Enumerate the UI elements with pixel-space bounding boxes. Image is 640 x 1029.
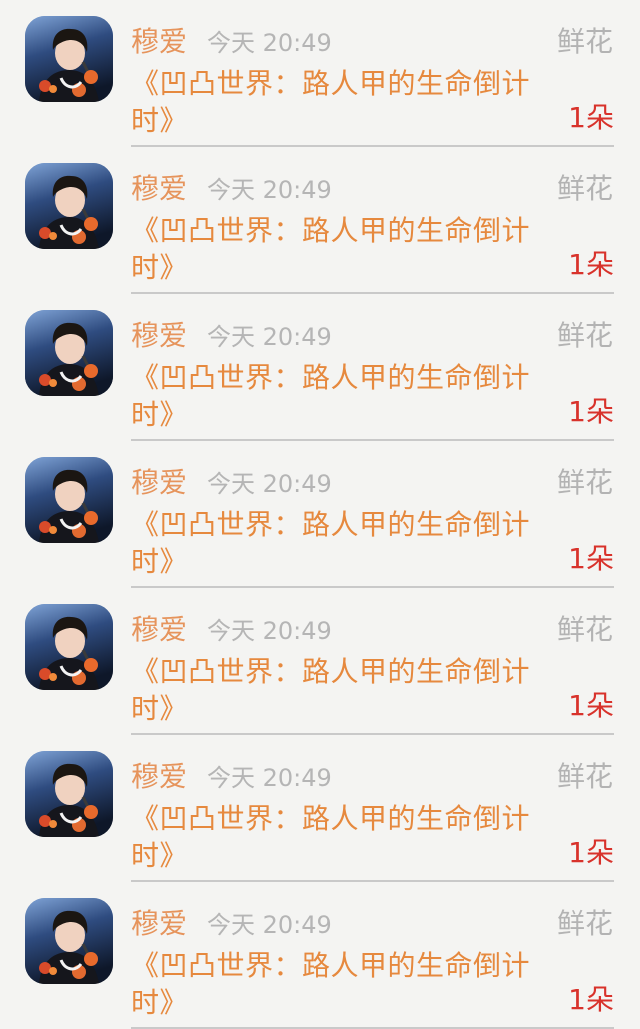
gift-type-label: 鲜花 (556, 319, 613, 352)
book-title-link[interactable]: 《凹凸世界：路人甲的生命倒计时》 (131, 506, 561, 580)
avatar-image (25, 457, 113, 543)
user-avatar[interactable] (25, 751, 113, 837)
gift-type-label: 鲜花 (556, 466, 613, 499)
username[interactable]: 穆爱 (131, 759, 187, 795)
gift-type-label: 鲜花 (556, 25, 613, 58)
avatar-image (25, 604, 113, 690)
book-title-link[interactable]: 《凹凸世界：路人甲的生命倒计时》 (131, 947, 561, 1021)
avatar-image (25, 16, 113, 102)
list-item[interactable]: 穆爱 今天 20:49 鲜花 《凹凸世界：路人甲的生命倒计时》 1朵 (0, 882, 640, 1029)
username[interactable]: 穆爱 (131, 318, 187, 354)
gift-amount: 1朵 (568, 689, 614, 722)
book-title-link[interactable]: 《凹凸世界：路人甲的生命倒计时》 (131, 653, 561, 727)
gift-amount: 1朵 (568, 836, 614, 869)
username[interactable]: 穆爱 (131, 465, 187, 501)
timestamp: 今天 20:49 (207, 176, 332, 204)
book-title-link[interactable]: 《凹凸世界：路人甲的生命倒计时》 (131, 359, 561, 433)
user-avatar[interactable] (25, 604, 113, 690)
timestamp: 今天 20:49 (207, 470, 332, 498)
timestamp: 今天 20:49 (207, 29, 332, 57)
timestamp: 今天 20:49 (207, 617, 332, 645)
gift-amount: 1朵 (568, 248, 614, 281)
gift-amount: 1朵 (568, 542, 614, 575)
user-avatar[interactable] (25, 163, 113, 249)
list-item[interactable]: 穆爱 今天 20:49 鲜花 《凹凸世界：路人甲的生命倒计时》 1朵 (0, 735, 640, 882)
book-title-link[interactable]: 《凹凸世界：路人甲的生命倒计时》 (131, 800, 561, 874)
user-avatar[interactable] (25, 16, 113, 102)
username[interactable]: 穆爱 (131, 612, 187, 648)
list-item[interactable]: 穆爱 今天 20:49 鲜花 《凹凸世界：路人甲的生命倒计时》 1朵 (0, 294, 640, 441)
avatar-image (25, 751, 113, 837)
gift-amount: 1朵 (568, 983, 614, 1016)
list-item[interactable]: 穆爱 今天 20:49 鲜花 《凹凸世界：路人甲的生命倒计时》 1朵 (0, 441, 640, 588)
username[interactable]: 穆爱 (131, 171, 187, 207)
list-item[interactable]: 穆爱 今天 20:49 鲜花 《凹凸世界：路人甲的生命倒计时》 1朵 (0, 588, 640, 735)
avatar-image (25, 310, 113, 396)
timestamp: 今天 20:49 (207, 323, 332, 351)
list-item[interactable]: 穆爱 今天 20:49 鲜花 《凹凸世界：路人甲的生命倒计时》 1朵 (0, 147, 640, 294)
avatar-image (25, 163, 113, 249)
username[interactable]: 穆爱 (131, 906, 187, 942)
gift-type-label: 鲜花 (556, 760, 613, 793)
book-title-link[interactable]: 《凹凸世界：路人甲的生命倒计时》 (131, 212, 561, 286)
book-title-link[interactable]: 《凹凸世界：路人甲的生命倒计时》 (131, 65, 561, 139)
avatar-image (25, 898, 113, 984)
username[interactable]: 穆爱 (131, 24, 187, 60)
gift-record-list: 穆爱 今天 20:49 鲜花 《凹凸世界：路人甲的生命倒计时》 1朵 穆爱 今天 (0, 0, 640, 1029)
gift-amount: 1朵 (568, 101, 614, 134)
user-avatar[interactable] (25, 457, 113, 543)
timestamp: 今天 20:49 (207, 764, 332, 792)
timestamp: 今天 20:49 (207, 911, 332, 939)
list-item[interactable]: 穆爱 今天 20:49 鲜花 《凹凸世界：路人甲的生命倒计时》 1朵 (0, 0, 640, 147)
user-avatar[interactable] (25, 898, 113, 984)
gift-type-label: 鲜花 (556, 907, 613, 940)
gift-type-label: 鲜花 (556, 613, 613, 646)
user-avatar[interactable] (25, 310, 113, 396)
gift-amount: 1朵 (568, 395, 614, 428)
gift-type-label: 鲜花 (556, 172, 613, 205)
